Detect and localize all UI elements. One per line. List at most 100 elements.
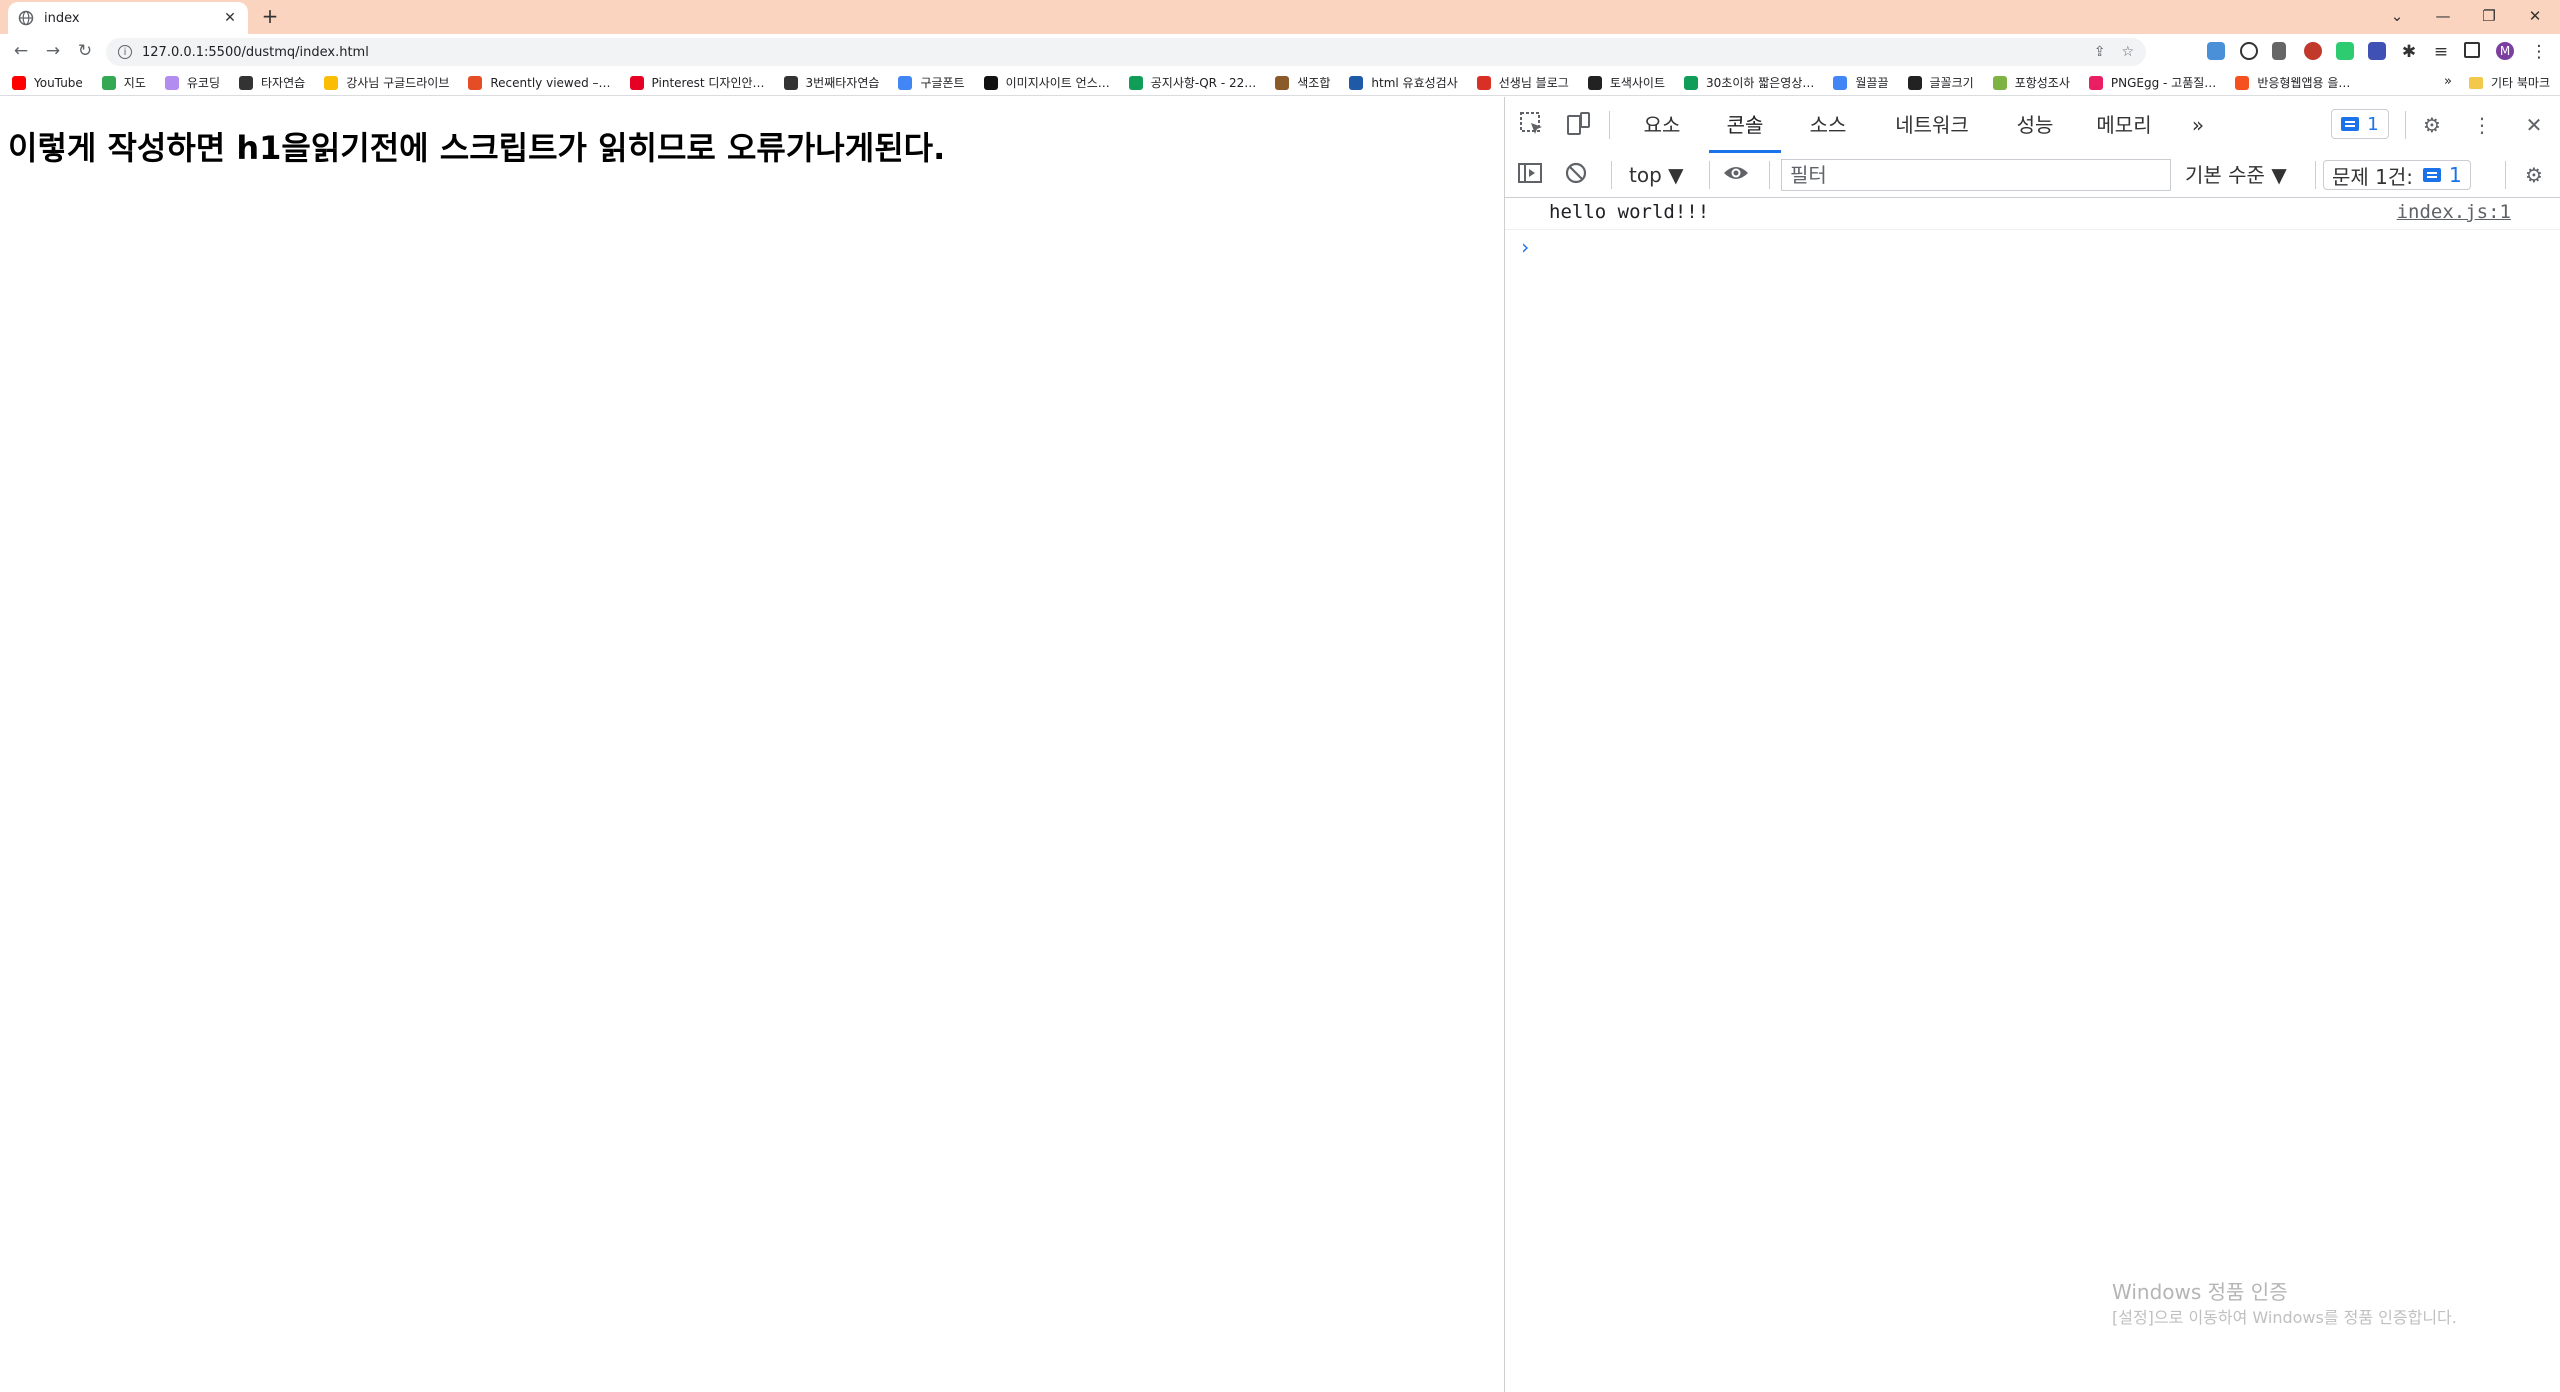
url-text[interactable]: 127.0.0.1:5500/dustmq/index.html (142, 45, 2078, 60)
eyedropper-extension-icon[interactable] (2272, 42, 2286, 60)
console-source-link[interactable]: index.js:1 (2397, 201, 2511, 223)
new-tab-button[interactable]: + (258, 4, 282, 28)
bookmark-item[interactable]: 구글폰트 (898, 74, 965, 91)
tab-performance[interactable]: 성능 (2005, 97, 2065, 153)
devtools-menu-kebab-icon[interactable]: ⋮ (2467, 111, 2497, 139)
record-extension-icon[interactable] (2240, 42, 2258, 60)
extension-icon[interactable] (2207, 42, 2225, 60)
console-prompt[interactable]: › (1519, 235, 1531, 259)
bookmark-star-icon[interactable]: ☆ (2121, 44, 2134, 60)
bookmark-label: 색조합 (1297, 76, 1331, 90)
clear-console-icon[interactable] (1561, 161, 1591, 189)
inspect-element-icon[interactable] (1517, 111, 1547, 139)
settings-gear-icon[interactable]: ⚙ (2417, 111, 2447, 139)
tab-console[interactable]: 콘솔 (1709, 97, 1781, 153)
back-button[interactable]: ← (10, 40, 32, 62)
devtools-tab-bar: 요소 콘솔 소스 네트워크 성능 메모리 » 1 ⚙ ⋮ ✕ (1505, 97, 2560, 154)
bookmark-favicon-icon (1833, 75, 1848, 90)
bookmark-item[interactable]: 반응형웹앱용 을… (2235, 74, 2350, 91)
device-toolbar-icon[interactable] (1563, 111, 1593, 139)
tab-index[interactable]: index ✕ (8, 2, 248, 34)
address-bar[interactable]: i 127.0.0.1:5500/dustmq/index.html ⇪ ☆ (106, 38, 2146, 66)
translate-extension-icon[interactable] (2368, 42, 2386, 60)
more-tabs-button[interactable]: » (2183, 97, 2213, 153)
bookmark-item[interactable]: Pinterest 디자인안… (629, 74, 765, 91)
bookmark-label: YouTube (34, 75, 83, 90)
context-select[interactable]: top ▼ (1629, 161, 1684, 189)
tab-elements[interactable]: 요소 (1627, 97, 1697, 153)
bookmark-label: 월끌끌 (1855, 76, 1889, 90)
share-icon[interactable]: ⇪ (2094, 44, 2106, 60)
bookmark-favicon-icon (1587, 75, 1602, 90)
puzzle-icon[interactable]: ✱ (2398, 41, 2420, 63)
bookmark-label: 토색사이트 (1609, 76, 1666, 90)
bookmark-favicon-icon (783, 75, 798, 90)
bookmark-favicon-icon (12, 75, 26, 90)
close-tab-icon[interactable]: ✕ (222, 10, 238, 26)
bookmark-item[interactable]: 유코딩 (164, 74, 221, 91)
tab-search-button[interactable]: ⌄ (2382, 4, 2412, 28)
close-devtools-icon[interactable]: ✕ (2519, 111, 2549, 139)
bookmark-favicon-icon (629, 75, 644, 90)
bookmark-item[interactable]: 강사님 구글드라이브 (324, 74, 449, 91)
separator (1769, 161, 1770, 189)
screen-extension-icon[interactable] (2336, 42, 2354, 60)
color-extension-icon[interactable] (2304, 42, 2322, 60)
bookmark-item[interactable]: Recently viewed –… (468, 75, 611, 90)
bookmark-item[interactable]: 지도 (101, 74, 146, 91)
bookmark-item[interactable]: 공지사항-QR - 22… (1128, 74, 1257, 91)
side-panel-icon[interactable] (2464, 42, 2480, 58)
reload-button[interactable]: ↻ (74, 40, 96, 62)
console-settings-gear-icon[interactable]: ⚙ (2519, 161, 2549, 189)
bookmark-favicon-icon (983, 75, 998, 90)
issues-button[interactable]: 문제 1건: 1 (2323, 160, 2471, 190)
bookmark-item[interactable]: html 유효성검사 (1349, 74, 1458, 91)
console-message-row: hello world!!! index.js:1 (1505, 197, 2560, 230)
bookmark-label: 반응형웹앱용 을… (2257, 76, 2351, 90)
bookmark-favicon-icon (164, 75, 179, 90)
sidebar-toggle-icon[interactable] (1515, 161, 1545, 189)
devtools-panel: 요소 콘솔 소스 네트워크 성능 메모리 » 1 ⚙ ⋮ ✕ top ▼ 기본 … (1504, 97, 2560, 1392)
other-bookmarks-folder[interactable]: 기타 북마크 (2468, 74, 2550, 91)
bookmark-item[interactable]: 타자연습 (239, 74, 305, 91)
log-level-select[interactable]: 기본 수준 ▼ (2185, 161, 2287, 189)
bookmark-item[interactable]: YouTube (12, 75, 83, 90)
tab-memory[interactable]: 메모리 (2081, 97, 2167, 153)
bookmark-item[interactable]: 포항성조사 (1992, 74, 2070, 91)
bookmark-item[interactable]: 글꼴크기 (1907, 74, 1974, 91)
bookmark-favicon-icon (1128, 75, 1143, 90)
bookmark-item[interactable]: 토색사이트 (1587, 74, 1666, 91)
bookmark-item[interactable]: 월끌끌 (1833, 74, 1889, 91)
bookmark-label: 공지사항-QR - 22… (1150, 76, 1257, 90)
bookmark-item[interactable]: 색조합 (1275, 74, 1330, 91)
site-info-icon[interactable]: i (118, 45, 132, 59)
bookmark-item[interactable]: PNGEgg - 고품질… (2088, 74, 2216, 91)
bookmark-item[interactable]: 3번째타자연습 (783, 74, 879, 91)
bookmark-favicon-icon (1992, 75, 2007, 90)
profile-avatar[interactable]: M (2496, 42, 2514, 60)
forward-button[interactable]: → (42, 40, 64, 62)
bookmark-label: 유코딩 (186, 76, 221, 90)
bookmark-item[interactable]: 선생님 블로그 (1476, 74, 1569, 91)
issues-badge[interactable]: 1 (2331, 109, 2389, 139)
live-expression-eye-icon[interactable] (1721, 161, 1751, 189)
restore-button[interactable]: ❐ (2474, 4, 2504, 28)
separator (2505, 161, 2506, 189)
console-filter-input[interactable] (1781, 159, 2171, 191)
minimize-button[interactable]: — (2428, 4, 2458, 28)
tab-sources[interactable]: 소스 (1793, 97, 1863, 153)
bookmark-item[interactable]: 30초이하 짧은영상… (1684, 74, 1814, 91)
bookmark-label: 이미지사이트 언스… (1005, 76, 1110, 90)
bookmarks-overflow-button[interactable]: » (2444, 74, 2452, 89)
menu-kebab-icon[interactable]: ⋮ (2528, 41, 2550, 63)
bookmark-item[interactable]: 이미지사이트 언스… (983, 74, 1110, 91)
reading-list-icon[interactable]: ≡ (2430, 41, 2452, 63)
bookmark-label: Pinterest 디자인안… (651, 76, 765, 90)
tab-title: index (44, 10, 80, 26)
bookmark-favicon-icon (101, 75, 116, 90)
issues-badge-count: 1 (2367, 113, 2379, 135)
bookmark-label: 강사님 구글드라이브 (346, 76, 450, 90)
tab-network[interactable]: 네트워크 (1877, 97, 1987, 153)
bookmarks-bar: YouTube 지도 유코딩 타자연습 강사님 구글드라이브 Recently viewe… (0, 70, 2560, 96)
close-window-button[interactable]: ✕ (2520, 4, 2550, 28)
